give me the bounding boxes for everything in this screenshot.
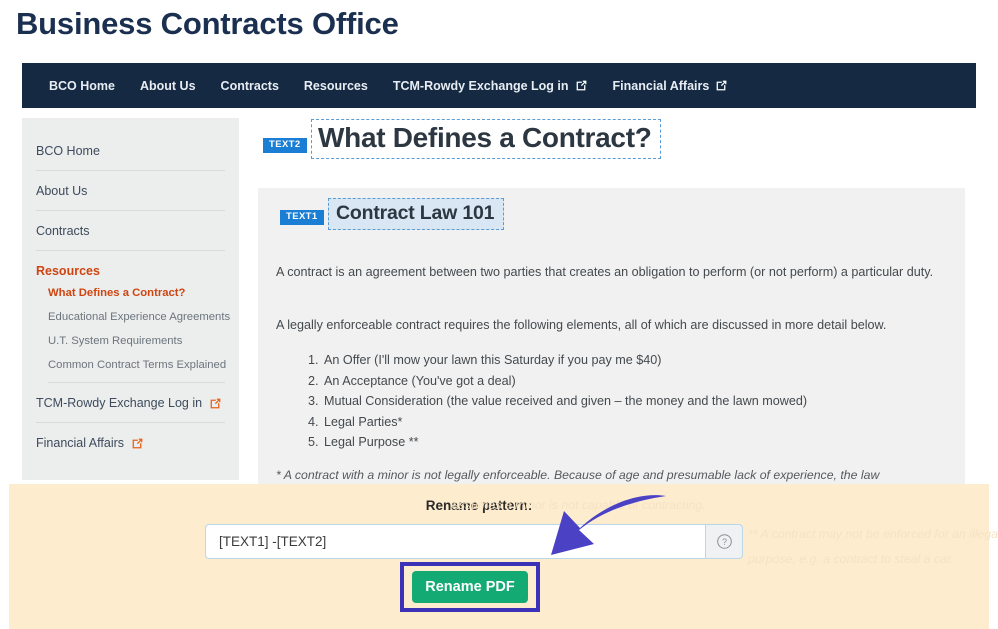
- sidebar-item-tcm-rowdy-exchange-login[interactable]: TCM-Rowdy Exchange Log in: [36, 383, 225, 423]
- sidebar-item-about-us[interactable]: About Us: [36, 171, 225, 211]
- obscured-text-line-2: ** A contract may not be enforced for an…: [748, 527, 998, 541]
- sidebar-subitem-ut-system-requirements[interactable]: U.T. System Requirements: [48, 329, 225, 353]
- sidebar-navigation: BCO Home About Us Contracts Resources Wh…: [22, 118, 239, 480]
- external-link-icon: [131, 437, 144, 450]
- sidebar-item-label: Contracts: [36, 224, 90, 238]
- list-item: Legal Purpose **: [322, 432, 807, 453]
- topnav-item-resources[interactable]: Resources: [304, 79, 368, 93]
- page-title: Business Contracts Office: [16, 6, 399, 41]
- topnav-label: Contracts: [220, 78, 279, 93]
- sidebar-item-resources[interactable]: Resources: [36, 251, 225, 281]
- topnav-label: Resources: [303, 78, 368, 93]
- topnav-label: Financial Affairs: [612, 78, 710, 93]
- topnav-item-financial-affairs[interactable]: Financial Affairs: [613, 79, 729, 93]
- topnav-item-tcm-rowdy-exchange-login[interactable]: TCM-Rowdy Exchange Log in: [393, 79, 588, 93]
- sub-heading[interactable]: Contract Law 101: [328, 198, 505, 230]
- sidebar-item-label: Financial Affairs: [36, 436, 125, 450]
- rename-button-highlight-frame: Rename PDF: [400, 562, 540, 612]
- sidebar-subitem-what-defines-a-contract[interactable]: What Defines a Contract?: [48, 281, 225, 305]
- main-heading[interactable]: What Defines a Contract?: [311, 119, 661, 159]
- sidebar-item-contracts[interactable]: Contracts: [36, 211, 225, 251]
- sidebar-item-label: TCM-Rowdy Exchange Log in: [36, 396, 203, 410]
- topnav-label: TCM-Rowdy Exchange Log in: [392, 78, 569, 93]
- text1-tag-badge[interactable]: TEXT1: [280, 210, 324, 225]
- body-paragraph-1: A contract is an agreement between two p…: [276, 265, 934, 279]
- text2-tag-badge[interactable]: TEXT2: [263, 138, 307, 153]
- external-link-icon: [575, 79, 588, 92]
- list-item: Mutual Consideration (the value received…: [322, 391, 807, 412]
- topnav-label: BCO Home: [49, 78, 115, 93]
- body-paragraph-2: A legally enforceable contract requires …: [276, 318, 887, 332]
- external-link-icon: [209, 397, 222, 410]
- sidebar-item-label: Resources: [36, 264, 100, 278]
- contract-elements-list: An Offer (I'll mow your lawn this Saturd…: [300, 350, 807, 453]
- rename-pattern-input[interactable]: [205, 524, 705, 559]
- sidebar-subitem-label: U.T. System Requirements: [48, 335, 183, 347]
- topnav-item-contracts[interactable]: Contracts: [221, 79, 279, 93]
- sidebar-subitem-label: Common Contract Terms Explained: [48, 359, 227, 371]
- list-item: Legal Parties*: [322, 412, 807, 433]
- list-item: An Acceptance (You've got a deal): [322, 371, 807, 392]
- sidebar-item-label: BCO Home: [36, 144, 100, 158]
- sidebar-item-bco-home[interactable]: BCO Home: [36, 118, 225, 171]
- rename-input-row: ?: [205, 524, 743, 559]
- list-item: An Offer (I'll mow your lawn this Saturd…: [322, 350, 807, 371]
- sidebar-subitem-label: Educational Experience Agreements: [48, 311, 231, 323]
- sidebar-item-financial-affairs[interactable]: Financial Affairs: [36, 423, 225, 462]
- heading-selection-group: TEXT2 What Defines a Contract?: [263, 119, 661, 159]
- footnote-text: * A contract with a minor is not legally…: [276, 468, 880, 482]
- subheading-selection-group: TEXT1 Contract Law 101: [280, 198, 505, 230]
- obscured-text-line-1: assumes a minor is not capable of contra…: [452, 498, 706, 512]
- external-link-icon: [715, 79, 728, 92]
- topnav-item-bco-home[interactable]: BCO Home: [49, 79, 115, 93]
- top-navigation-bar: BCO Home About Us Contracts Resources TC…: [22, 63, 976, 108]
- sidebar-subitem-educational-experience-agreements[interactable]: Educational Experience Agreements: [48, 305, 230, 329]
- sidebar-subitem-common-contract-terms-explained[interactable]: Common Contract Terms Explained: [48, 353, 227, 383]
- help-button[interactable]: ?: [705, 524, 743, 559]
- obscured-text-line-3: purpose, e.g. a contract to steal a car.: [748, 552, 954, 566]
- svg-text:?: ?: [722, 537, 727, 547]
- topnav-item-about-us[interactable]: About Us: [140, 79, 196, 93]
- sidebar-subitem-label: What Defines a Contract?: [48, 287, 186, 299]
- topnav-label: About Us: [139, 78, 196, 93]
- rename-pdf-button[interactable]: Rename PDF: [412, 571, 528, 603]
- question-mark-icon: ?: [716, 533, 733, 550]
- sidebar-item-label: About Us: [36, 184, 88, 198]
